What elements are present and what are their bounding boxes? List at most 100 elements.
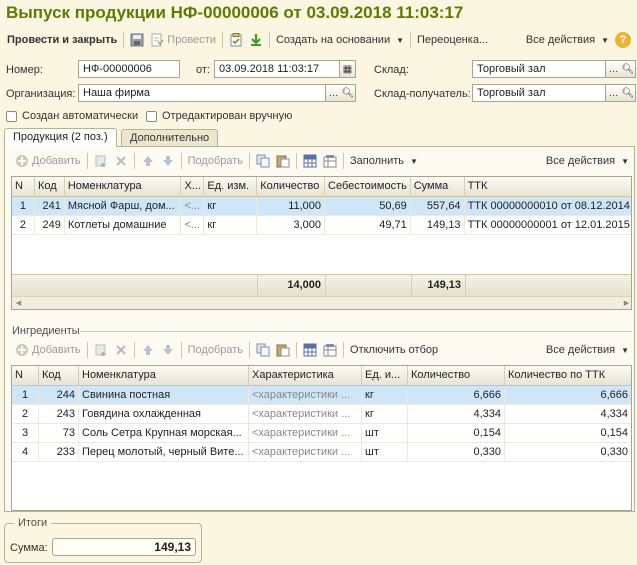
warehouse-field[interactable]: Торговый зал [472, 60, 606, 78]
table-row[interactable]: 2 243 Говядина охлажденная <характеристи… [12, 405, 631, 424]
warehouse-label: Склад: [374, 64, 409, 76]
col-char[interactable]: Х... [181, 177, 205, 196]
col-nomenclature[interactable]: Номенклатура [65, 177, 182, 196]
col-cost[interactable]: Себестоимость [325, 177, 411, 196]
col-code[interactable]: Код [35, 177, 65, 196]
copy-button[interactable] [253, 154, 273, 168]
col-sum[interactable]: Сумма [411, 177, 465, 196]
col-characteristic[interactable]: Характеристика [249, 366, 362, 385]
pick-button[interactable]: Подобрать [185, 344, 246, 356]
date-field[interactable]: 03.09.2018 11:03:17 [214, 60, 340, 78]
receiver-select-button[interactable]: … [606, 84, 622, 102]
col-qty[interactable]: Количество [408, 366, 505, 385]
save-button[interactable] [127, 33, 147, 47]
footer-total-qty: 14,000 [258, 275, 326, 296]
date-label: от: [196, 64, 210, 76]
cell-char: <характеристики ... [249, 405, 362, 423]
revalue-button[interactable]: Переоценка... [414, 34, 491, 46]
org-select-button[interactable]: … [326, 84, 342, 102]
table-row[interactable]: 1 244 Свинина постная <характеристики ..… [12, 386, 631, 405]
org-open-button[interactable]: 🔍︎ [341, 84, 356, 102]
post-close-button[interactable]: Провести и закрыть [4, 34, 120, 46]
separator [221, 32, 223, 48]
calendar-button[interactable]: ▦ [340, 60, 356, 78]
copy-row-button[interactable] [91, 154, 111, 168]
col-code[interactable]: Код [39, 366, 79, 385]
col-n[interactable]: N [12, 177, 35, 196]
create-based-button[interactable]: Создать на основании ▼ [273, 34, 407, 46]
post-button[interactable]: Провести [147, 33, 219, 47]
col-n[interactable]: N [12, 366, 39, 385]
cell-ttk[interactable]: ТТК 00000000001 от 12.01.2015 [465, 216, 631, 234]
disable-filter-button[interactable]: Отключить отбор [347, 344, 441, 356]
cell-ttk[interactable]: ТТК 00000000010 от 08.12.2014 [465, 197, 631, 215]
cell-code: 233 [39, 443, 79, 461]
tab-products[interactable]: Продукция (2 поз.) [4, 128, 117, 147]
add-product-button[interactable]: Добавить [12, 154, 84, 168]
products-table[interactable]: N Код Номенклатура Х... Ед. изм. Количес… [11, 176, 632, 310]
chevron-down-icon: ▼ [621, 345, 629, 355]
document-check-button[interactable] [226, 33, 246, 47]
ingredients-table[interactable]: N Код Номенклатура Характеристика Ед. и.… [11, 365, 632, 511]
grid-settings2-button[interactable] [320, 343, 340, 357]
grid-settings-button[interactable] [300, 154, 320, 168]
download-arrow-icon [249, 33, 263, 47]
warehouse-select-button[interactable]: … [606, 60, 622, 78]
fill-button[interactable]: Заполнить ▼ [347, 155, 421, 167]
chevron-down-icon: ▼ [601, 35, 609, 45]
cell-qty: 0,154 [408, 424, 505, 442]
footer-spacer [12, 275, 258, 296]
ellipsis-icon: … [608, 63, 619, 75]
manual-edit-checkbox[interactable]: Отредактирован вручную [146, 110, 292, 122]
auto-created-checkbox[interactable]: Создан автоматически [6, 110, 138, 122]
download-button[interactable] [246, 33, 266, 47]
copy-row-button[interactable] [91, 343, 111, 357]
table-row[interactable]: 3 73 Соль Сетра Крупная морская... <хара… [12, 424, 631, 443]
all-actions-button[interactable]: Все действия ▼ [523, 34, 612, 46]
delete-row-button[interactable] [111, 154, 131, 168]
delete-row-button[interactable] [111, 343, 131, 357]
receiver-open-button[interactable]: 🔍︎ [621, 84, 636, 102]
arrow-down-icon [161, 343, 175, 357]
col-qty[interactable]: Количество [257, 177, 326, 196]
ingredients-all-actions-button[interactable]: Все действия ▼ [543, 344, 632, 356]
help-button[interactable]: ? [612, 32, 634, 48]
add-icon [15, 343, 29, 357]
col-unit[interactable]: Ед. изм. [204, 177, 258, 196]
separator [86, 342, 88, 358]
grid-settings2-button[interactable] [320, 154, 340, 168]
col-nomenclature[interactable]: Номенклатура [79, 366, 249, 385]
col-qty-ttk[interactable]: Количество по ТТК [505, 366, 631, 385]
cell-unit: кг [362, 405, 408, 423]
pick-button[interactable]: Подобрать [185, 155, 246, 167]
warehouse-open-button[interactable]: 🔍︎ [621, 60, 636, 78]
org-field[interactable]: Наша фирма [78, 84, 326, 102]
col-ttk[interactable]: ТТК [465, 177, 631, 196]
scroll-right-icon[interactable]: ▶ [620, 297, 631, 309]
grid-settings-button[interactable] [300, 343, 320, 357]
add-ingredient-button[interactable]: Добавить [12, 343, 84, 357]
move-up-button[interactable] [138, 154, 158, 168]
post-label: Провести [167, 34, 216, 46]
help-icon: ? [615, 32, 631, 48]
copy-button[interactable] [253, 343, 273, 357]
scroll-left-icon[interactable]: ◀ [12, 297, 25, 309]
paste-button[interactable] [273, 154, 293, 168]
table-row[interactable]: 4 233 Перец молотый, черный Вите... <хар… [12, 443, 631, 462]
move-down-button[interactable] [158, 154, 178, 168]
tab-additional[interactable]: Дополнительно [121, 129, 219, 147]
table-row[interactable]: 1 241 Мясной Фарш, дом... <... кг 11,000… [12, 197, 631, 216]
separator [249, 153, 251, 169]
cell-qty: 6,666 [408, 386, 505, 404]
table-row[interactable]: 2 249 Котлеты домашние <... кг 3,000 49,… [12, 216, 631, 235]
products-all-actions-button[interactable]: Все действия ▼ [543, 155, 632, 167]
products-horizontal-scrollbar[interactable]: ◀ ▶ [12, 296, 631, 309]
move-up-button[interactable] [138, 343, 158, 357]
move-down-button[interactable] [158, 343, 178, 357]
cell-code: 243 [39, 405, 79, 423]
col-unit[interactable]: Ед. и... [362, 366, 408, 385]
receiver-warehouse-field[interactable]: Торговый зал [472, 84, 606, 102]
paste-button[interactable] [273, 343, 293, 357]
footer-total-sum: 149,13 [412, 275, 466, 296]
number-field[interactable]: НФ-00000006 [78, 60, 180, 78]
